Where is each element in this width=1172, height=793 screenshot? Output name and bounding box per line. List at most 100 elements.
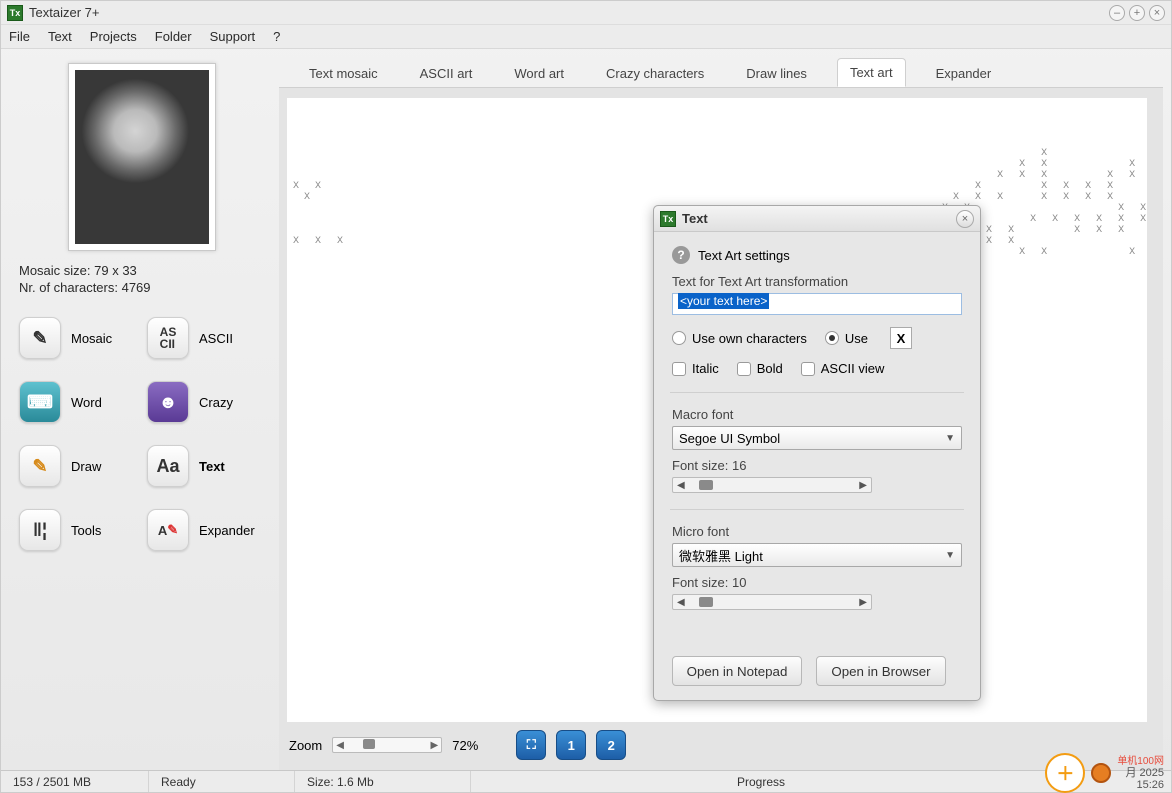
- checkbox-label: ASCII view: [821, 361, 885, 376]
- sidebar: Mosaic size: 79 x 33 Nr. of characters: …: [1, 49, 279, 770]
- zoom-slider[interactable]: ◀ ▶: [332, 737, 442, 753]
- menu-text[interactable]: Text: [48, 29, 72, 44]
- thumbnail-image: [75, 70, 209, 244]
- face-icon: ☻: [147, 381, 189, 423]
- slider-thumb[interactable]: [363, 739, 375, 749]
- tool-crazy[interactable]: ☻ Crazy: [147, 381, 265, 423]
- tab-text-mosaic[interactable]: Text mosaic: [297, 60, 390, 87]
- zoom-label: Zoom: [289, 738, 322, 753]
- text-settings-dialog: Tx Text × ? Text Art settings Text for T…: [653, 205, 981, 701]
- dialog-title: Text: [682, 211, 956, 226]
- window-title: Textaizer 7+: [29, 5, 1109, 20]
- section-heading: Text Art settings: [698, 248, 790, 263]
- chevron-right-icon[interactable]: ▶: [859, 597, 867, 608]
- chevron-down-icon: ▼: [945, 433, 955, 444]
- tool-label: Expander: [199, 523, 255, 538]
- help-icon[interactable]: ?: [672, 246, 690, 264]
- zoom-1-button[interactable]: 1: [556, 730, 586, 760]
- status-memory: 153 / 2501 MB: [1, 771, 149, 792]
- radio-icon: [825, 331, 839, 345]
- app-icon: Tx: [7, 5, 23, 21]
- dialog-close-button[interactable]: ×: [956, 210, 974, 228]
- taskbar-time: 15:26: [1117, 779, 1164, 791]
- app-window: Tx Textaizer 7+ – + × File Text Projects…: [0, 0, 1172, 793]
- overlay-bottom-right: ＋ 单机100网 月 2025 15:26: [1045, 753, 1164, 793]
- expander-icon: A✎: [147, 509, 189, 551]
- status-size: Size: 1.6 Mb: [295, 771, 471, 792]
- tool-expander[interactable]: A✎ Expander: [147, 509, 265, 551]
- zoom-fit-button[interactable]: ⛶: [516, 730, 546, 760]
- tool-label: Text: [199, 459, 225, 474]
- tool-tools[interactable]: ‖¦ Tools: [19, 509, 137, 551]
- tab-draw-lines[interactable]: Draw lines: [734, 60, 819, 87]
- radio-icon: [672, 331, 686, 345]
- menu-file[interactable]: File: [9, 29, 30, 44]
- chevron-left-icon[interactable]: ◀: [336, 740, 344, 751]
- tool-ascii[interactable]: ASCII ASCII: [147, 317, 265, 359]
- tab-word-art[interactable]: Word art: [502, 60, 576, 87]
- chevron-right-icon[interactable]: ▶: [859, 480, 867, 491]
- tabs: Text mosaic ASCII art Word art Crazy cha…: [279, 49, 1171, 87]
- minimize-button[interactable]: –: [1109, 5, 1125, 21]
- tool-label: ASCII: [199, 331, 233, 346]
- slider-thumb[interactable]: [699, 480, 713, 490]
- macro-size-slider[interactable]: ◀ ▶: [672, 477, 872, 493]
- magnify-plus-icon[interactable]: ＋: [1045, 753, 1085, 793]
- tab-text-art[interactable]: Text art: [837, 58, 906, 87]
- tool-word[interactable]: ⌨ Word: [19, 381, 137, 423]
- chevron-right-icon[interactable]: ▶: [431, 740, 439, 751]
- menu-folder[interactable]: Folder: [155, 29, 192, 44]
- micro-font-label: Micro font: [672, 524, 962, 539]
- menu-support[interactable]: Support: [210, 29, 256, 44]
- chevron-left-icon[interactable]: ◀: [677, 480, 685, 491]
- app-icon: Tx: [660, 211, 676, 227]
- divider: [670, 509, 964, 510]
- dialog-titlebar[interactable]: Tx Text ×: [654, 206, 980, 232]
- zoom-2-button[interactable]: 2: [596, 730, 626, 760]
- tool-label: Tools: [71, 523, 101, 538]
- source-image-thumbnail[interactable]: [68, 63, 216, 251]
- open-notepad-button[interactable]: Open in Notepad: [672, 656, 802, 686]
- sidebar-info: Mosaic size: 79 x 33 Nr. of characters: …: [19, 263, 265, 297]
- menu-projects[interactable]: Projects: [90, 29, 137, 44]
- zoom-percent: 72%: [452, 738, 478, 753]
- dialog-body: ? Text Art settings Text for Text Art tr…: [654, 232, 980, 700]
- checkbox-italic[interactable]: Italic: [672, 361, 719, 376]
- status-progress: Progress: [611, 771, 911, 792]
- watermark-text: 单机100网: [1117, 756, 1164, 767]
- checkbox-icon: [737, 362, 751, 376]
- fit-icon: ⛶: [527, 737, 536, 753]
- radio-use[interactable]: Use: [825, 331, 868, 346]
- close-button[interactable]: ×: [1149, 5, 1165, 21]
- tab-ascii-art[interactable]: ASCII art: [408, 60, 485, 87]
- keyboard-icon: ⌨: [19, 381, 61, 423]
- tool-draw[interactable]: ✎ Draw: [19, 445, 137, 487]
- tool-text[interactable]: Aa Text: [147, 445, 265, 487]
- tool-label: Mosaic: [71, 331, 112, 346]
- text-input[interactable]: <your text here>: [672, 293, 962, 315]
- tool-label: Word: [71, 395, 102, 410]
- macro-size-label: Font size: 16: [672, 458, 962, 473]
- chevron-left-icon[interactable]: ◀: [677, 597, 685, 608]
- slider-thumb[interactable]: [699, 597, 713, 607]
- macro-font-select[interactable]: Segoe UI Symbol ▼: [672, 426, 962, 450]
- chevron-down-icon: ▼: [945, 550, 955, 561]
- tool-mosaic[interactable]: ✎ Mosaic: [19, 317, 137, 359]
- micro-font-select[interactable]: 微软雅黑 Light ▼: [672, 543, 962, 567]
- maximize-button[interactable]: +: [1129, 5, 1145, 21]
- text-input-label: Text for Text Art transformation: [672, 274, 962, 289]
- canvas-area: X X X X X X X X X X: [279, 87, 1163, 770]
- open-browser-button[interactable]: Open in Browser: [816, 656, 946, 686]
- tab-crazy[interactable]: Crazy characters: [594, 60, 716, 87]
- checkbox-ascii-view[interactable]: ASCII view: [801, 361, 885, 376]
- pencil-icon: ✎: [19, 445, 61, 487]
- char-input[interactable]: X: [890, 327, 912, 349]
- content: Mosaic size: 79 x 33 Nr. of characters: …: [1, 49, 1171, 770]
- menu-help[interactable]: ?: [273, 29, 280, 44]
- checkbox-bold[interactable]: Bold: [737, 361, 783, 376]
- tab-expander[interactable]: Expander: [924, 60, 1004, 87]
- checkbox-label: Bold: [757, 361, 783, 376]
- micro-size-slider[interactable]: ◀ ▶: [672, 594, 872, 610]
- text-aa-icon: Aa: [147, 445, 189, 487]
- radio-own-characters[interactable]: Use own characters: [672, 331, 807, 346]
